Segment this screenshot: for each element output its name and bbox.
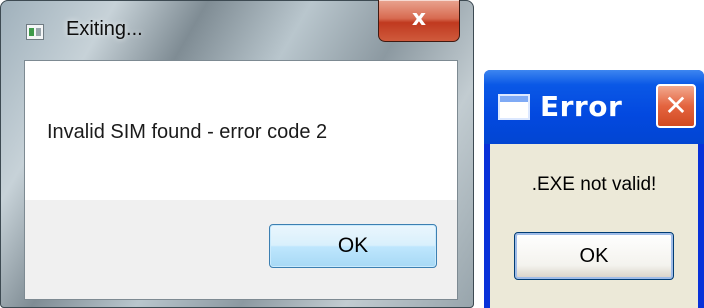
error-message: .EXE not valid! [531, 174, 657, 195]
window-icon [498, 94, 530, 120]
error-dialog-title: Error [540, 90, 623, 123]
exiting-titlebar[interactable]: Exiting... x [0, 0, 474, 60]
close-icon: ✕ [664, 89, 688, 122]
exiting-dialog-title: Exiting... [66, 18, 143, 40]
exiting-ok-button[interactable]: OK [269, 224, 437, 268]
application-window-icon [26, 24, 44, 40]
close-icon: x [411, 6, 427, 31]
error-close-button[interactable]: ✕ [656, 84, 696, 128]
exiting-button-bar: OK [24, 200, 458, 300]
error-titlebar[interactable]: Error ✕ [484, 70, 704, 144]
error-ok-button[interactable]: OK [514, 232, 674, 280]
error-dialog: Error ✕ .EXE not valid! OK [484, 70, 704, 308]
exiting-dialog: Exiting... x Invalid SIM found - error c… [0, 0, 474, 308]
exiting-close-button[interactable]: x [378, 0, 460, 42]
exiting-message: Invalid SIM found - error code 2 [47, 121, 328, 143]
exiting-content-area: Invalid SIM found - error code 2 [24, 60, 458, 200]
error-content-area: .EXE not valid! OK [490, 144, 698, 308]
